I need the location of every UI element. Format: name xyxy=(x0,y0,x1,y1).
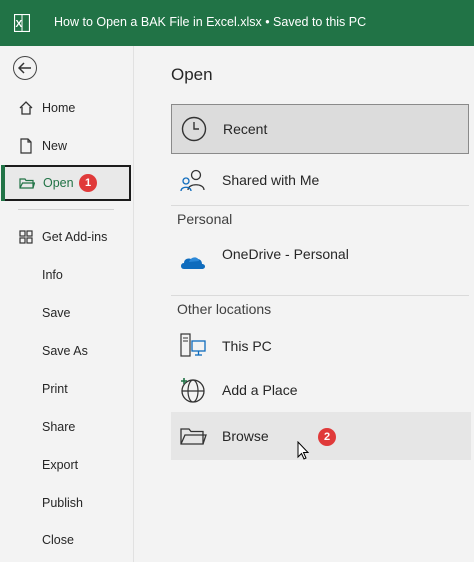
location-label: This PC xyxy=(222,338,272,354)
open-panel: Open Recent Shared with Me Personal OneD… xyxy=(134,46,474,562)
sidebar-item-label: Get Add-ins xyxy=(42,230,108,244)
sidebar-item-label: Close xyxy=(42,533,74,547)
section-heading-other-locations: Other locations xyxy=(177,301,272,317)
back-button[interactable] xyxy=(13,56,37,80)
onedrive-cloud-icon xyxy=(181,257,205,269)
location-label: OneDrive - Personal xyxy=(222,246,349,262)
sidebar-item-print[interactable]: Print xyxy=(0,372,133,406)
sidebar-item-export[interactable]: Export xyxy=(0,448,133,482)
sidebar-item-label: Publish xyxy=(42,496,83,510)
sidebar-item-info[interactable]: Info xyxy=(0,258,133,292)
globe-add-icon xyxy=(181,378,205,403)
sidebar-item-label: Open xyxy=(43,176,74,190)
section-divider xyxy=(171,295,469,296)
back-arrow-icon xyxy=(18,62,31,74)
clock-icon xyxy=(181,116,207,142)
window-title: How to Open a BAK File in Excel.xlsx • S… xyxy=(54,15,367,29)
sidebar-item-label: Info xyxy=(42,268,63,282)
location-recent[interactable]: Recent xyxy=(171,104,469,154)
location-this-pc[interactable]: This PC xyxy=(171,322,471,370)
excel-icon: X xyxy=(14,14,30,32)
sidebar-item-label: Home xyxy=(42,101,76,115)
section-divider xyxy=(171,205,469,206)
location-label: Browse xyxy=(222,428,269,444)
folder-icon xyxy=(180,428,207,445)
backstage-sidebar: Home New Open 1 Get Add-ins Info Save Sa… xyxy=(0,46,133,562)
sidebar-item-label: Print xyxy=(42,382,68,396)
location-label: Shared with Me xyxy=(222,172,320,188)
page-title: Open xyxy=(171,65,213,84)
sidebar-item-share[interactable]: Share xyxy=(0,410,133,444)
location-shared-with-me[interactable]: Shared with Me xyxy=(171,156,471,204)
location-label: Add a Place xyxy=(222,382,298,398)
home-icon xyxy=(19,101,33,115)
sidebar-item-close[interactable]: Close xyxy=(0,523,133,557)
sidebar-item-save[interactable]: Save xyxy=(0,296,133,330)
sidebar-item-label: Share xyxy=(42,420,76,434)
sidebar-item-get-add-ins[interactable]: Get Add-ins xyxy=(0,220,133,254)
sidebar-item-label: Save As xyxy=(42,344,88,358)
sidebar-item-home[interactable]: Home xyxy=(0,91,133,125)
section-heading-personal: Personal xyxy=(177,211,233,227)
new-document-icon xyxy=(20,138,32,154)
open-folder-icon xyxy=(19,178,35,189)
sidebar-item-open[interactable]: Open 1 xyxy=(1,165,131,201)
computer-icon xyxy=(180,333,206,357)
sidebar-item-label: New xyxy=(42,139,68,153)
mouse-cursor-icon xyxy=(297,441,310,460)
location-label: Recent xyxy=(223,121,268,137)
sidebar-item-publish[interactable]: Publish xyxy=(0,486,133,520)
add-ins-icon xyxy=(19,230,33,244)
step-1-badge: 1 xyxy=(79,174,97,192)
sidebar-item-save-as[interactable]: Save As xyxy=(0,334,133,368)
svg-text:X: X xyxy=(16,19,23,30)
sidebar-divider xyxy=(18,209,114,210)
location-onedrive-personal[interactable]: OneDrive - Personal xyxy=(171,238,471,286)
sidebar-item-new[interactable]: New xyxy=(0,129,133,163)
location-browse[interactable]: Browse 2 xyxy=(171,412,471,460)
title-bar: X How to Open a BAK File in Excel.xlsx •… xyxy=(0,0,474,46)
step-2-badge: 2 xyxy=(318,428,336,446)
selection-accent-bar xyxy=(1,165,5,201)
shared-people-icon xyxy=(180,169,205,192)
location-add-a-place[interactable]: Add a Place xyxy=(171,366,471,414)
sidebar-item-label: Export xyxy=(42,458,79,472)
sidebar-item-label: Save xyxy=(42,306,71,320)
